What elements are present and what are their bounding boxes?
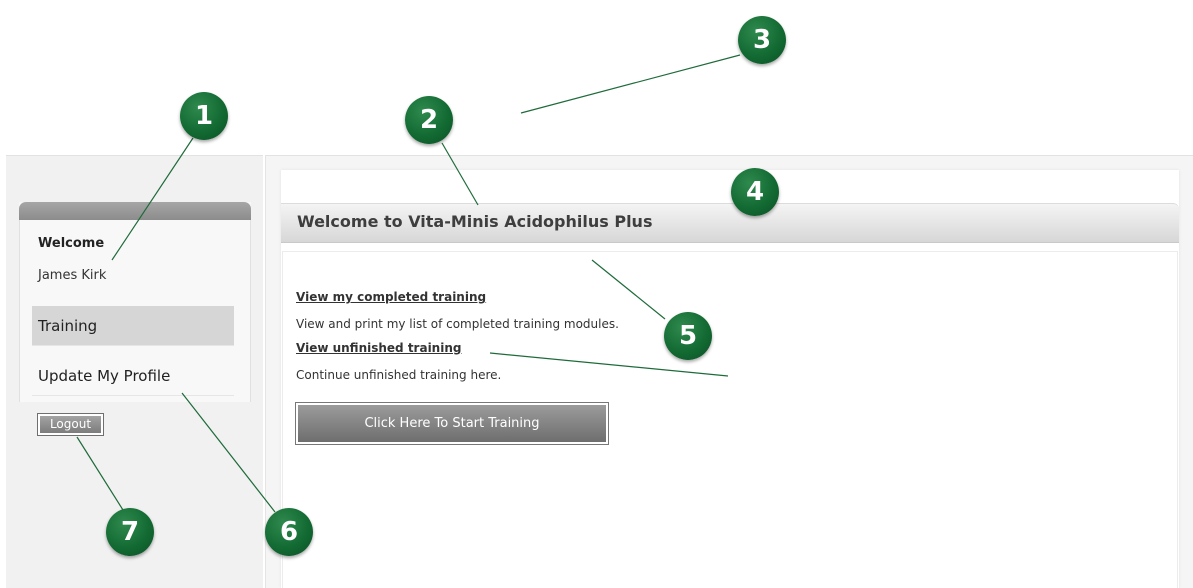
view-completed-training-link[interactable]: View my completed training <box>296 290 486 304</box>
page-title: Welcome to Vita-Minis Acidophilus Plus <box>297 212 653 231</box>
callout-badge-1: 1 <box>180 92 228 140</box>
callout-badge-7: 7 <box>106 508 154 556</box>
logout-button[interactable]: Logout <box>37 413 104 436</box>
callout-badge-4: 4 <box>731 168 779 216</box>
callout-badge-2: 2 <box>405 96 453 144</box>
unfinished-training-description: Continue unfinished training here. <box>296 368 502 382</box>
callout-badge-3: 3 <box>738 16 786 64</box>
completed-training-description: View and print my list of completed trai… <box>296 317 619 331</box>
start-training-button[interactable]: Click Here To Start Training <box>295 402 609 445</box>
user-panel-header <box>19 202 251 220</box>
user-name: James Kirk <box>38 268 107 283</box>
welcome-label: Welcome <box>38 236 105 251</box>
callout-3-line <box>520 54 741 114</box>
callout-badge-5: 5 <box>664 312 712 360</box>
view-unfinished-training-link[interactable]: View unfinished training <box>296 341 461 355</box>
nav-item-training[interactable]: Training <box>32 306 234 346</box>
nav-item-update-profile[interactable]: Update My Profile <box>32 356 234 396</box>
screenshot-stage: Welcome James Kirk Training Update My Pr… <box>0 0 1193 588</box>
callout-badge-6: 6 <box>265 508 313 556</box>
